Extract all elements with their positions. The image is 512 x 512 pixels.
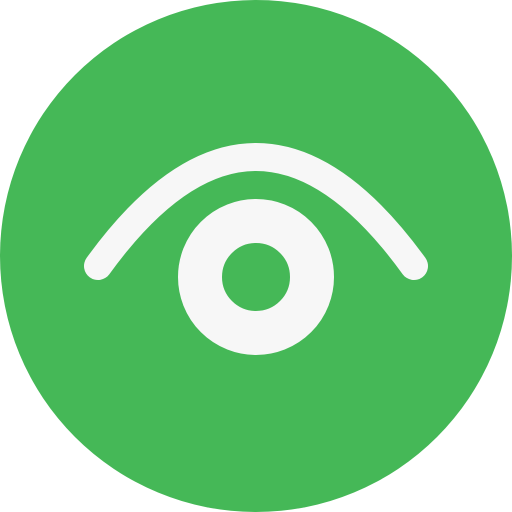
eye-icon (0, 0, 512, 512)
eye-app-icon (0, 0, 512, 512)
background-circle (0, 0, 512, 512)
